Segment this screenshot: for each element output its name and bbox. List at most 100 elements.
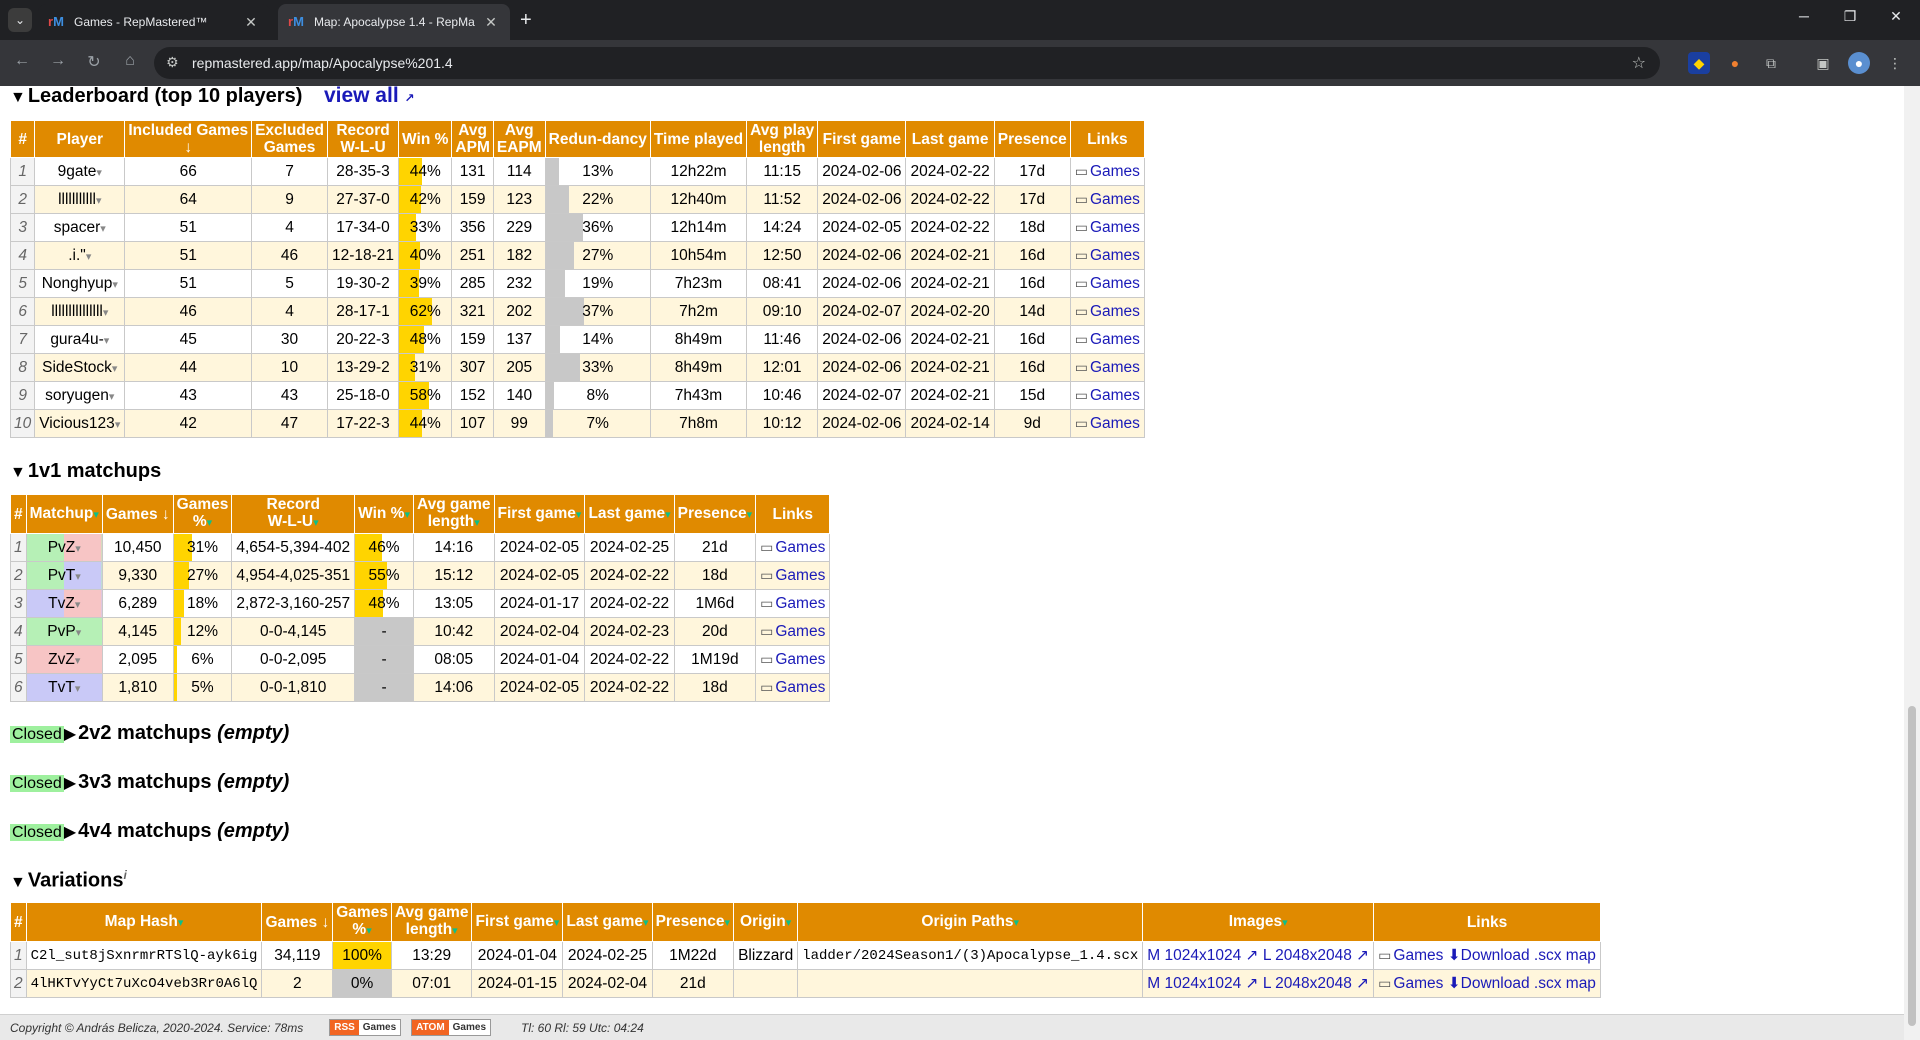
address-bar[interactable]: ⚙ repmastered.app/map/Apocalypse%201.4 ☆ xyxy=(154,47,1660,79)
column-header[interactable]: Player xyxy=(34,120,126,158)
column-header[interactable]: Redun-dancy xyxy=(544,120,651,158)
column-header[interactable]: Presence▾ xyxy=(651,902,735,942)
matchup-cell[interactable]: ZvZ▾ xyxy=(25,645,103,674)
new-tab-button[interactable]: + xyxy=(520,8,532,32)
sort-dropdown-icon[interactable]: ▾ xyxy=(576,509,582,521)
games-link[interactable]: ▭ Games xyxy=(1075,303,1140,320)
matchup-dropdown-icon[interactable]: ▾ xyxy=(75,655,81,667)
player-cell[interactable]: Vicious123▾ xyxy=(34,409,126,438)
column-header[interactable]: Games ↓ xyxy=(261,902,334,942)
sort-dropdown-icon[interactable]: ▾ xyxy=(643,917,649,929)
column-header[interactable]: Excluded Games xyxy=(251,120,328,158)
column-header[interactable]: Win %▾ xyxy=(354,494,414,534)
matchup-cell[interactable]: PvT▾ xyxy=(25,561,103,590)
games-link[interactable]: ▭ Games xyxy=(1378,947,1443,964)
column-header[interactable]: Map Hash▾ xyxy=(25,902,263,942)
scrollbar-thumb[interactable] xyxy=(1908,706,1916,1026)
back-icon[interactable]: ← xyxy=(10,52,34,70)
games-link[interactable]: ▭ Games xyxy=(1075,359,1140,376)
close-tab-icon[interactable]: ✕ xyxy=(482,14,500,31)
games-link[interactable]: ▭ Games xyxy=(760,595,825,612)
column-header[interactable]: First game xyxy=(817,120,907,158)
sort-dropdown-icon[interactable]: ▾ xyxy=(554,917,560,929)
games-link[interactable]: ▭ Games xyxy=(1075,331,1140,348)
column-header[interactable]: Matchup▾ xyxy=(25,494,103,534)
player-dropdown-icon[interactable]: ▾ xyxy=(112,279,118,291)
matchup-dropdown-icon[interactable]: ▾ xyxy=(76,627,82,639)
minimize-icon[interactable]: ─ xyxy=(1784,8,1824,24)
matchups-4v4-heading[interactable]: Closed ▶ 4v4 matchups (empty) xyxy=(10,820,289,843)
player-dropdown-icon[interactable]: ▾ xyxy=(103,307,109,319)
column-header[interactable]: Record W-L-U xyxy=(326,120,400,158)
restore-icon[interactable]: ❐ xyxy=(1830,8,1870,25)
player-cell[interactable]: soryugen▾ xyxy=(34,381,126,410)
player-cell[interactable]: Nonghyup▾ xyxy=(34,269,126,298)
player-dropdown-icon[interactable]: ▾ xyxy=(109,391,115,403)
column-header[interactable]: Last game▾ xyxy=(562,902,653,942)
sort-dropdown-icon[interactable]: ▾ xyxy=(725,917,731,929)
sort-dropdown-icon[interactable]: ▾ xyxy=(404,509,410,521)
column-header[interactable]: First game▾ xyxy=(493,494,586,534)
sort-dropdown-icon[interactable]: ▾ xyxy=(474,517,480,529)
variations-heading[interactable]: ▼ Variationsi xyxy=(10,868,127,893)
column-header[interactable]: Origin Paths▾ xyxy=(797,902,1144,942)
download-map-link[interactable]: ⬇Download .scx map xyxy=(1448,975,1596,992)
image-large-link[interactable]: L 2048x2048 ↗ xyxy=(1263,947,1369,964)
image-medium-link[interactable]: M 1024x1024 ↗ xyxy=(1147,975,1258,992)
matchup-dropdown-icon[interactable]: ▾ xyxy=(75,543,81,555)
player-cell[interactable]: .i."▾ xyxy=(34,241,126,270)
sort-dropdown-icon[interactable]: ▾ xyxy=(786,917,792,929)
more-menu-icon[interactable]: ⋮ xyxy=(1884,52,1906,74)
vertical-scrollbar[interactable] xyxy=(1904,86,1920,1040)
side-panel-icon[interactable]: ▣ xyxy=(1812,52,1834,74)
sort-dropdown-icon[interactable]: ▾ xyxy=(665,509,671,521)
player-dropdown-icon[interactable]: ▾ xyxy=(104,335,110,347)
browser-tab-games[interactable]: rM Games - RepMastered™ ✕ xyxy=(38,4,270,40)
matchup-dropdown-icon[interactable]: ▾ xyxy=(75,571,81,583)
image-large-link[interactable]: L 2048x2048 ↗ xyxy=(1263,975,1369,992)
tab-search-button[interactable]: ⌄ xyxy=(8,8,32,32)
matchup-cell[interactable]: TvZ▾ xyxy=(25,589,103,618)
column-header[interactable]: Time played xyxy=(649,120,748,158)
matchup-cell[interactable]: PvP▾ xyxy=(25,617,103,646)
player-cell[interactable]: lllllllllllllll▾ xyxy=(34,297,126,326)
matchup-cell[interactable]: TvT▾ xyxy=(25,673,103,702)
sort-dropdown-icon[interactable]: ▾ xyxy=(1014,917,1020,929)
matchups-3v3-heading[interactable]: Closed ▶ 3v3 matchups (empty) xyxy=(10,771,289,794)
player-cell[interactable]: 9gate▾ xyxy=(34,157,126,186)
column-header[interactable]: Presence xyxy=(993,120,1071,158)
column-header[interactable]: Avg play length xyxy=(746,120,819,158)
player-dropdown-icon[interactable]: ▾ xyxy=(112,363,118,375)
column-header[interactable]: Win % xyxy=(398,120,453,158)
profile-avatar[interactable]: ● xyxy=(1848,52,1870,74)
extensions-puzzle-icon[interactable]: ⧉ xyxy=(1760,52,1782,74)
player-cell[interactable]: SideStock▾ xyxy=(34,353,126,382)
image-medium-link[interactable]: M 1024x1024 ↗ xyxy=(1147,947,1258,964)
extension-icon[interactable]: ◆ xyxy=(1688,52,1710,74)
games-link[interactable]: ▭ Games xyxy=(1075,247,1140,264)
games-link[interactable]: ▭ Games xyxy=(760,623,825,640)
forward-icon[interactable]: → xyxy=(46,52,70,70)
player-dropdown-icon[interactable]: ▾ xyxy=(96,195,102,207)
column-header[interactable]: Avg APM xyxy=(451,120,494,158)
games-link[interactable]: ▭ Games xyxy=(760,651,825,668)
column-header[interactable]: Links xyxy=(1373,902,1601,942)
column-header[interactable]: Included Games ↓ xyxy=(124,120,253,158)
games-link[interactable]: ▭ Games xyxy=(760,567,825,584)
matchup-dropdown-icon[interactable]: ▾ xyxy=(75,683,81,695)
column-header[interactable]: First game▾ xyxy=(471,902,564,942)
games-link[interactable]: ▭ Games xyxy=(1075,275,1140,292)
column-header[interactable]: Links xyxy=(1069,120,1145,158)
matchups-1v1-heading[interactable]: ▼ 1v1 matchups xyxy=(10,460,161,483)
rss-games-button[interactable]: RSS Games xyxy=(329,1019,402,1036)
column-header[interactable]: Images▾ xyxy=(1142,902,1375,942)
sort-dropdown-icon[interactable]: ▾ xyxy=(366,925,372,937)
games-link[interactable]: ▭ Games xyxy=(1378,975,1443,992)
player-cell[interactable]: gura4u-▾ xyxy=(34,325,126,354)
games-link[interactable]: ▭ Games xyxy=(1075,387,1140,404)
sort-dropdown-icon[interactable]: ▾ xyxy=(207,517,213,529)
sort-dropdown-icon[interactable]: ▾ xyxy=(1282,917,1288,929)
sort-dropdown-icon[interactable]: ▾ xyxy=(178,917,184,929)
games-link[interactable]: ▭ Games xyxy=(1075,415,1140,432)
browser-tab-map[interactable]: rM Map: Apocalypse 1.4 - RepMa ✕ xyxy=(278,4,510,40)
